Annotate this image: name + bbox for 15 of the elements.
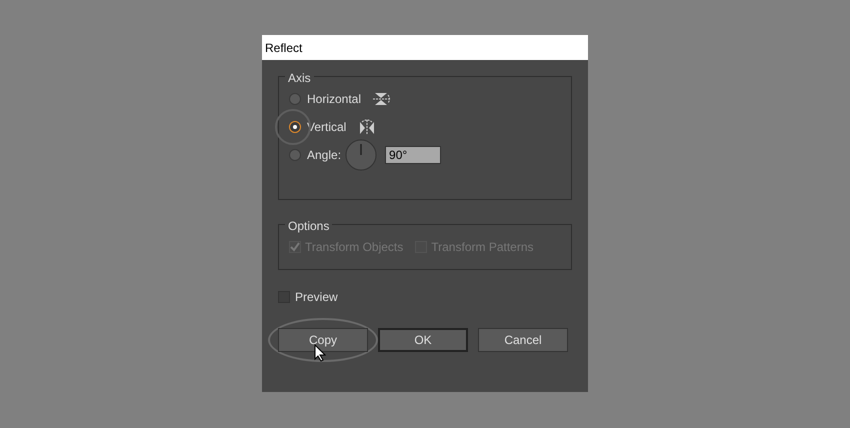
- window-title: Reflect: [262, 35, 588, 60]
- dialog-button[interactable]: Cancel: [478, 328, 568, 352]
- radio-button[interactable]: [289, 149, 301, 161]
- radio-label: Angle:: [307, 147, 342, 164]
- reflect-horizontal-icon: [373, 91, 392, 107]
- angle-dial[interactable]: [345, 139, 378, 171]
- dialog-button[interactable]: Copy: [278, 328, 368, 352]
- reflect-vertical-icon: [358, 119, 376, 135]
- radio-button[interactable]: [289, 93, 301, 105]
- checkbox-label: Preview: [295, 289, 338, 306]
- dialog-button[interactable]: OK: [378, 328, 468, 352]
- radio-label: Vertical: [307, 119, 346, 136]
- angle-field[interactable]: 90°: [385, 146, 442, 164]
- radio-label: Horizontal: [307, 91, 362, 108]
- radio-button[interactable]: [289, 121, 301, 133]
